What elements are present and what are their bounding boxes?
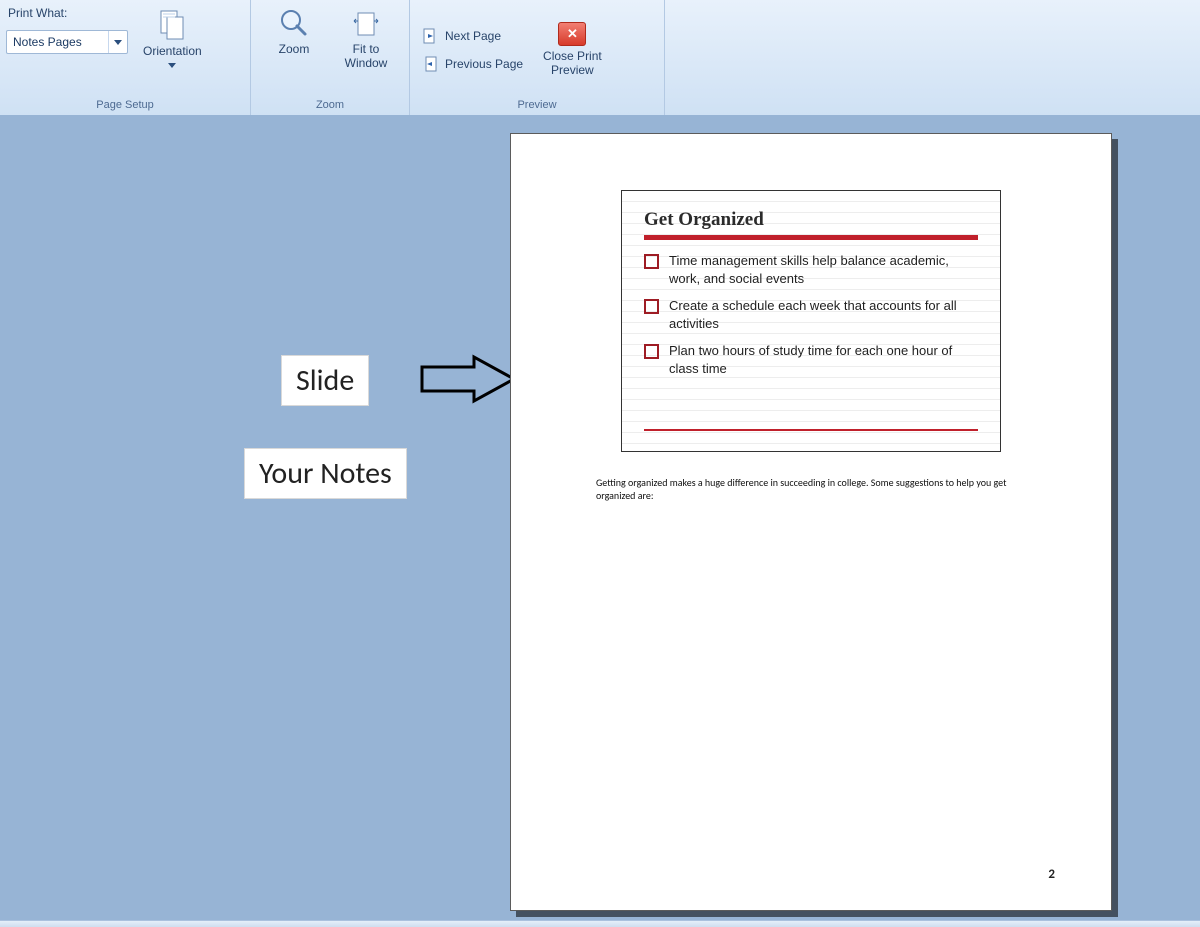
- slide-bullet: Time management skills help balance acad…: [644, 252, 978, 287]
- group-title-zoom: Zoom: [257, 96, 403, 115]
- next-page-icon: [421, 27, 439, 45]
- close-print-preview-button[interactable]: ✕ Close Print Preview: [536, 19, 609, 81]
- annotation-slide-label: Slide: [281, 355, 369, 406]
- page-preview: Get Organized Time management skills hel…: [510, 133, 1112, 911]
- zoom-button[interactable]: Zoom: [262, 4, 326, 60]
- slide-title-underline: [644, 235, 978, 240]
- slide-thumbnail: Get Organized Time management skills hel…: [621, 190, 1001, 452]
- bullet-icon: [644, 344, 659, 359]
- bullet-icon: [644, 299, 659, 314]
- annotation-notes-label: Your Notes: [244, 448, 407, 499]
- slide-bullets: Time management skills help balance acad…: [644, 252, 978, 377]
- chevron-down-icon: [168, 63, 176, 68]
- bullet-icon: [644, 254, 659, 269]
- group-title-page-setup: Page Setup: [6, 96, 244, 115]
- slide-footer-line: [644, 429, 978, 431]
- preview-workspace: Slide Your Notes Get Organized Time mana…: [0, 115, 1200, 921]
- group-zoom: Zoom Fit to Window Zoom: [251, 0, 410, 115]
- arrow-to-slide-icon: [418, 353, 518, 405]
- dropdown-arrow-icon: [108, 31, 127, 53]
- slide-title: Get Organized: [644, 209, 978, 231]
- previous-page-icon: [421, 55, 439, 73]
- page-number: 2: [1048, 867, 1055, 882]
- next-page-button[interactable]: Next Page: [416, 24, 528, 48]
- orientation-button[interactable]: Orientation: [136, 4, 209, 71]
- slide-bullet: Plan two hours of study time for each on…: [644, 342, 978, 377]
- fit-to-window-icon: [350, 7, 382, 39]
- notes-text: Getting organized makes a huge differenc…: [596, 476, 1026, 502]
- print-what-label: Print What:: [8, 6, 128, 20]
- group-page-setup: Print What: Notes Pages Orientation: [0, 0, 251, 115]
- orientation-icon: [155, 7, 189, 41]
- slide-bullet: Create a schedule each week that account…: [644, 297, 978, 332]
- print-what-dropdown[interactable]: Notes Pages: [6, 30, 128, 54]
- previous-page-button[interactable]: Previous Page: [416, 52, 528, 76]
- print-what-value: Notes Pages: [7, 35, 108, 49]
- close-icon: ✕: [558, 22, 586, 46]
- status-bar: [0, 920, 1200, 927]
- group-preview: Next Page Previous Page ✕ Close Print Pr…: [410, 0, 665, 115]
- ribbon: Print What: Notes Pages Orientation: [0, 0, 1200, 116]
- zoom-icon: [278, 7, 310, 39]
- group-title-preview: Preview: [416, 96, 658, 115]
- fit-to-window-button[interactable]: Fit to Window: [334, 4, 398, 74]
